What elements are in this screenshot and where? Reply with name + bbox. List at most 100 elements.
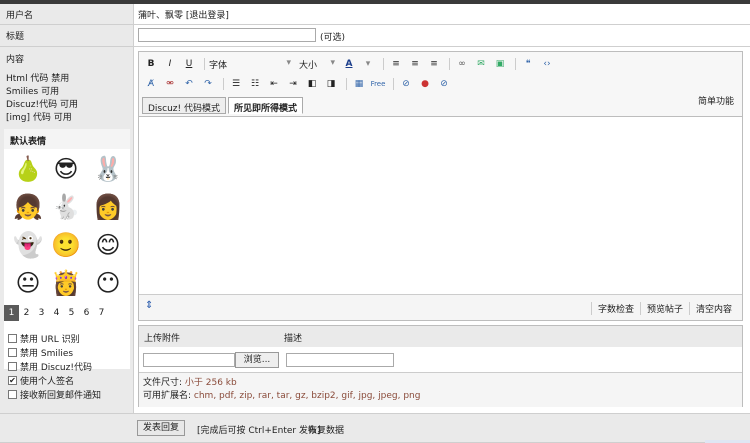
underline-icon[interactable]: U: [181, 57, 197, 71]
upload-label: 上传附件: [144, 334, 181, 344]
subject-label: 标题: [0, 25, 134, 46]
file-path-input[interactable]: [143, 353, 235, 367]
free-icon[interactable]: Free: [370, 77, 386, 91]
tab-discuz-code-mode[interactable]: Discuz! 代码模式: [142, 97, 226, 114]
username-value[interactable]: 蒲叶、飘零 [退出登录]: [134, 4, 750, 24]
preview-button[interactable]: 预览帖子: [639, 302, 689, 315]
float-left-icon[interactable]: ◧: [304, 77, 320, 91]
discuz-code-status: Discuz!代码 可用: [6, 100, 78, 110]
size-select[interactable]: 大小 ▾: [299, 58, 335, 71]
page-1[interactable]: 1: [4, 305, 19, 321]
align-left-icon[interactable]: ≡: [388, 57, 404, 71]
pear-face-icon[interactable]: 🍐: [12, 153, 44, 185]
ordered-list-icon[interactable]: ☰: [228, 77, 244, 91]
attachment-info: 文件尺寸: 小于 256 kb 可用扩展名: chm, pdf, zip, ra…: [139, 372, 742, 407]
indent-icon[interactable]: ⇥: [285, 77, 301, 91]
option-label: 禁用 Smilies: [20, 349, 74, 359]
white-hair-girl-3-icon[interactable]: 😐: [12, 267, 44, 299]
option-label: 禁用 URL 识别: [20, 335, 80, 345]
unordered-list-icon[interactable]: ☷: [247, 77, 263, 91]
pink-bunny-icon[interactable]: 🐰: [92, 153, 124, 185]
checkbox[interactable]: [8, 334, 17, 343]
html-status: Html 代码 禁用: [6, 74, 70, 84]
redo-icon[interactable]: ↷: [200, 77, 216, 91]
page-4[interactable]: 4: [49, 305, 64, 321]
white-blob-icon[interactable]: 👻: [12, 229, 44, 261]
size-limit: 小于 256 kb: [184, 378, 237, 388]
italic-icon[interactable]: I: [162, 57, 178, 71]
table-icon[interactable]: ▦: [351, 77, 367, 91]
outdent-icon[interactable]: ⇤: [266, 77, 282, 91]
username-row: 用户名 蒲叶、飘零 [退出登录]: [0, 4, 750, 25]
restore-data-link[interactable]: 恢复数据: [308, 423, 344, 436]
page-3[interactable]: 3: [34, 305, 49, 321]
option-label: 使用个人签名: [20, 377, 75, 387]
img-code-status: [img] 代码 可用: [6, 113, 72, 123]
submit-hint: [完成后可按 Ctrl+Enter 发布]: [197, 426, 321, 436]
subject-input[interactable]: [138, 28, 316, 42]
editor-toolbar-2: A̸ ⚮ ↶ ↷ ☰ ☷ ⇤ ⇥ ◧ ◨ ▦ Free ⊘ ● ⊘: [139, 74, 742, 94]
image-icon[interactable]: ▣: [492, 57, 508, 71]
float-right-icon[interactable]: ◨: [323, 77, 339, 91]
option-disable-url[interactable]: 禁用 URL 识别: [8, 332, 80, 345]
quote-icon[interactable]: ❝: [520, 57, 536, 71]
option-disable-smilies[interactable]: 禁用 Smilies: [8, 346, 73, 359]
option-use-signature[interactable]: ✔ 使用个人签名: [8, 374, 74, 387]
smilies-title: 默认表情: [4, 129, 130, 149]
code-icon[interactable]: ‹›: [539, 57, 555, 71]
color-dropdown-icon[interactable]: ▾: [360, 57, 376, 71]
red-hair-girl-icon[interactable]: 👩: [92, 191, 124, 223]
submit-reply-button[interactable]: 发表回复: [137, 420, 185, 436]
option-label: 接收新回复邮件通知: [20, 391, 102, 401]
word-count-button[interactable]: 字数检查: [590, 302, 640, 315]
dark-hair-girl-icon[interactable]: 👸: [50, 267, 82, 299]
page-2[interactable]: 2: [19, 305, 34, 321]
page-6[interactable]: 6: [79, 305, 94, 321]
unlink-icon[interactable]: ⚮: [162, 77, 178, 91]
flash-icon[interactable]: ⊘: [398, 77, 414, 91]
description-input[interactable]: [286, 353, 394, 367]
subject-row: 标题 (可选): [0, 25, 750, 47]
font-color-icon[interactable]: A: [341, 57, 357, 71]
resize-icon[interactable]: ⇕: [145, 300, 153, 311]
editor-footer: ⇕ 字数检查 预览帖子 清空内容: [139, 294, 742, 320]
align-right-icon[interactable]: ≡: [426, 57, 442, 71]
size-text: 文件尺寸:: [143, 378, 185, 388]
username-label: 用户名: [0, 4, 134, 24]
white-hair-girl-4-icon[interactable]: 😶: [92, 267, 124, 299]
smilies-status: Smilies 可用: [6, 87, 60, 97]
clear-content-button[interactable]: 清空内容: [688, 302, 738, 315]
white-hair-girl-icon[interactable]: 🙂: [50, 229, 82, 261]
qq-icon[interactable]: ●: [417, 77, 433, 91]
bold-icon[interactable]: B: [143, 57, 159, 71]
remove-format-icon[interactable]: A̸: [143, 77, 159, 91]
ext-text: 可用扩展名:: [143, 391, 194, 401]
editor-toolbar-1: B I U 字体 ▾ 大小 ▾ A ▾ ≡ ≡ ≡ ∞ ✉ ▣ ❝ ‹›: [139, 54, 742, 74]
font-select[interactable]: 字体 ▾: [209, 58, 291, 71]
checkbox[interactable]: [8, 348, 17, 357]
option-email-notify[interactable]: 接收新回复邮件通知: [8, 388, 101, 401]
browse-button[interactable]: 浏览...: [235, 352, 279, 368]
undo-icon[interactable]: ↶: [181, 77, 197, 91]
subject-optional-hint: (可选): [320, 33, 346, 43]
allowed-extensions: chm, pdf, zip, rar, tar, gz, bzip2, gif,…: [193, 391, 421, 401]
tab-wysiwyg-mode[interactable]: 所见即所得模式: [227, 97, 303, 114]
editor-text-area[interactable]: [139, 116, 742, 294]
gray-hair-girl-icon[interactable]: 👧: [12, 191, 44, 223]
link-icon[interactable]: ∞: [454, 57, 470, 71]
option-disable-discuz-code[interactable]: 禁用 Discuz!代码: [8, 360, 92, 373]
checkbox[interactable]: [8, 362, 17, 371]
align-center-icon[interactable]: ≡: [407, 57, 423, 71]
smilies-pagination: 1 2 3 4 5 6 7: [4, 305, 109, 321]
simple-mode-link[interactable]: 简单功能: [698, 94, 734, 107]
checkbox[interactable]: [8, 390, 17, 399]
page-7[interactable]: 7: [94, 305, 109, 321]
rich-text-editor: B I U 字体 ▾ 大小 ▾ A ▾ ≡ ≡ ≡ ∞ ✉ ▣ ❝ ‹› A̸ ⚮ …: [138, 51, 743, 321]
page-5[interactable]: 5: [64, 305, 79, 321]
cool-sunglasses-face-icon[interactable]: 😎: [50, 153, 82, 185]
email-icon[interactable]: ✉: [473, 57, 489, 71]
bunny-girl-icon[interactable]: 🐇: [50, 191, 82, 223]
media-icon[interactable]: ⊘: [436, 77, 452, 91]
checkbox-checked[interactable]: ✔: [8, 376, 17, 385]
white-hair-girl-2-icon[interactable]: 😊: [92, 229, 124, 261]
